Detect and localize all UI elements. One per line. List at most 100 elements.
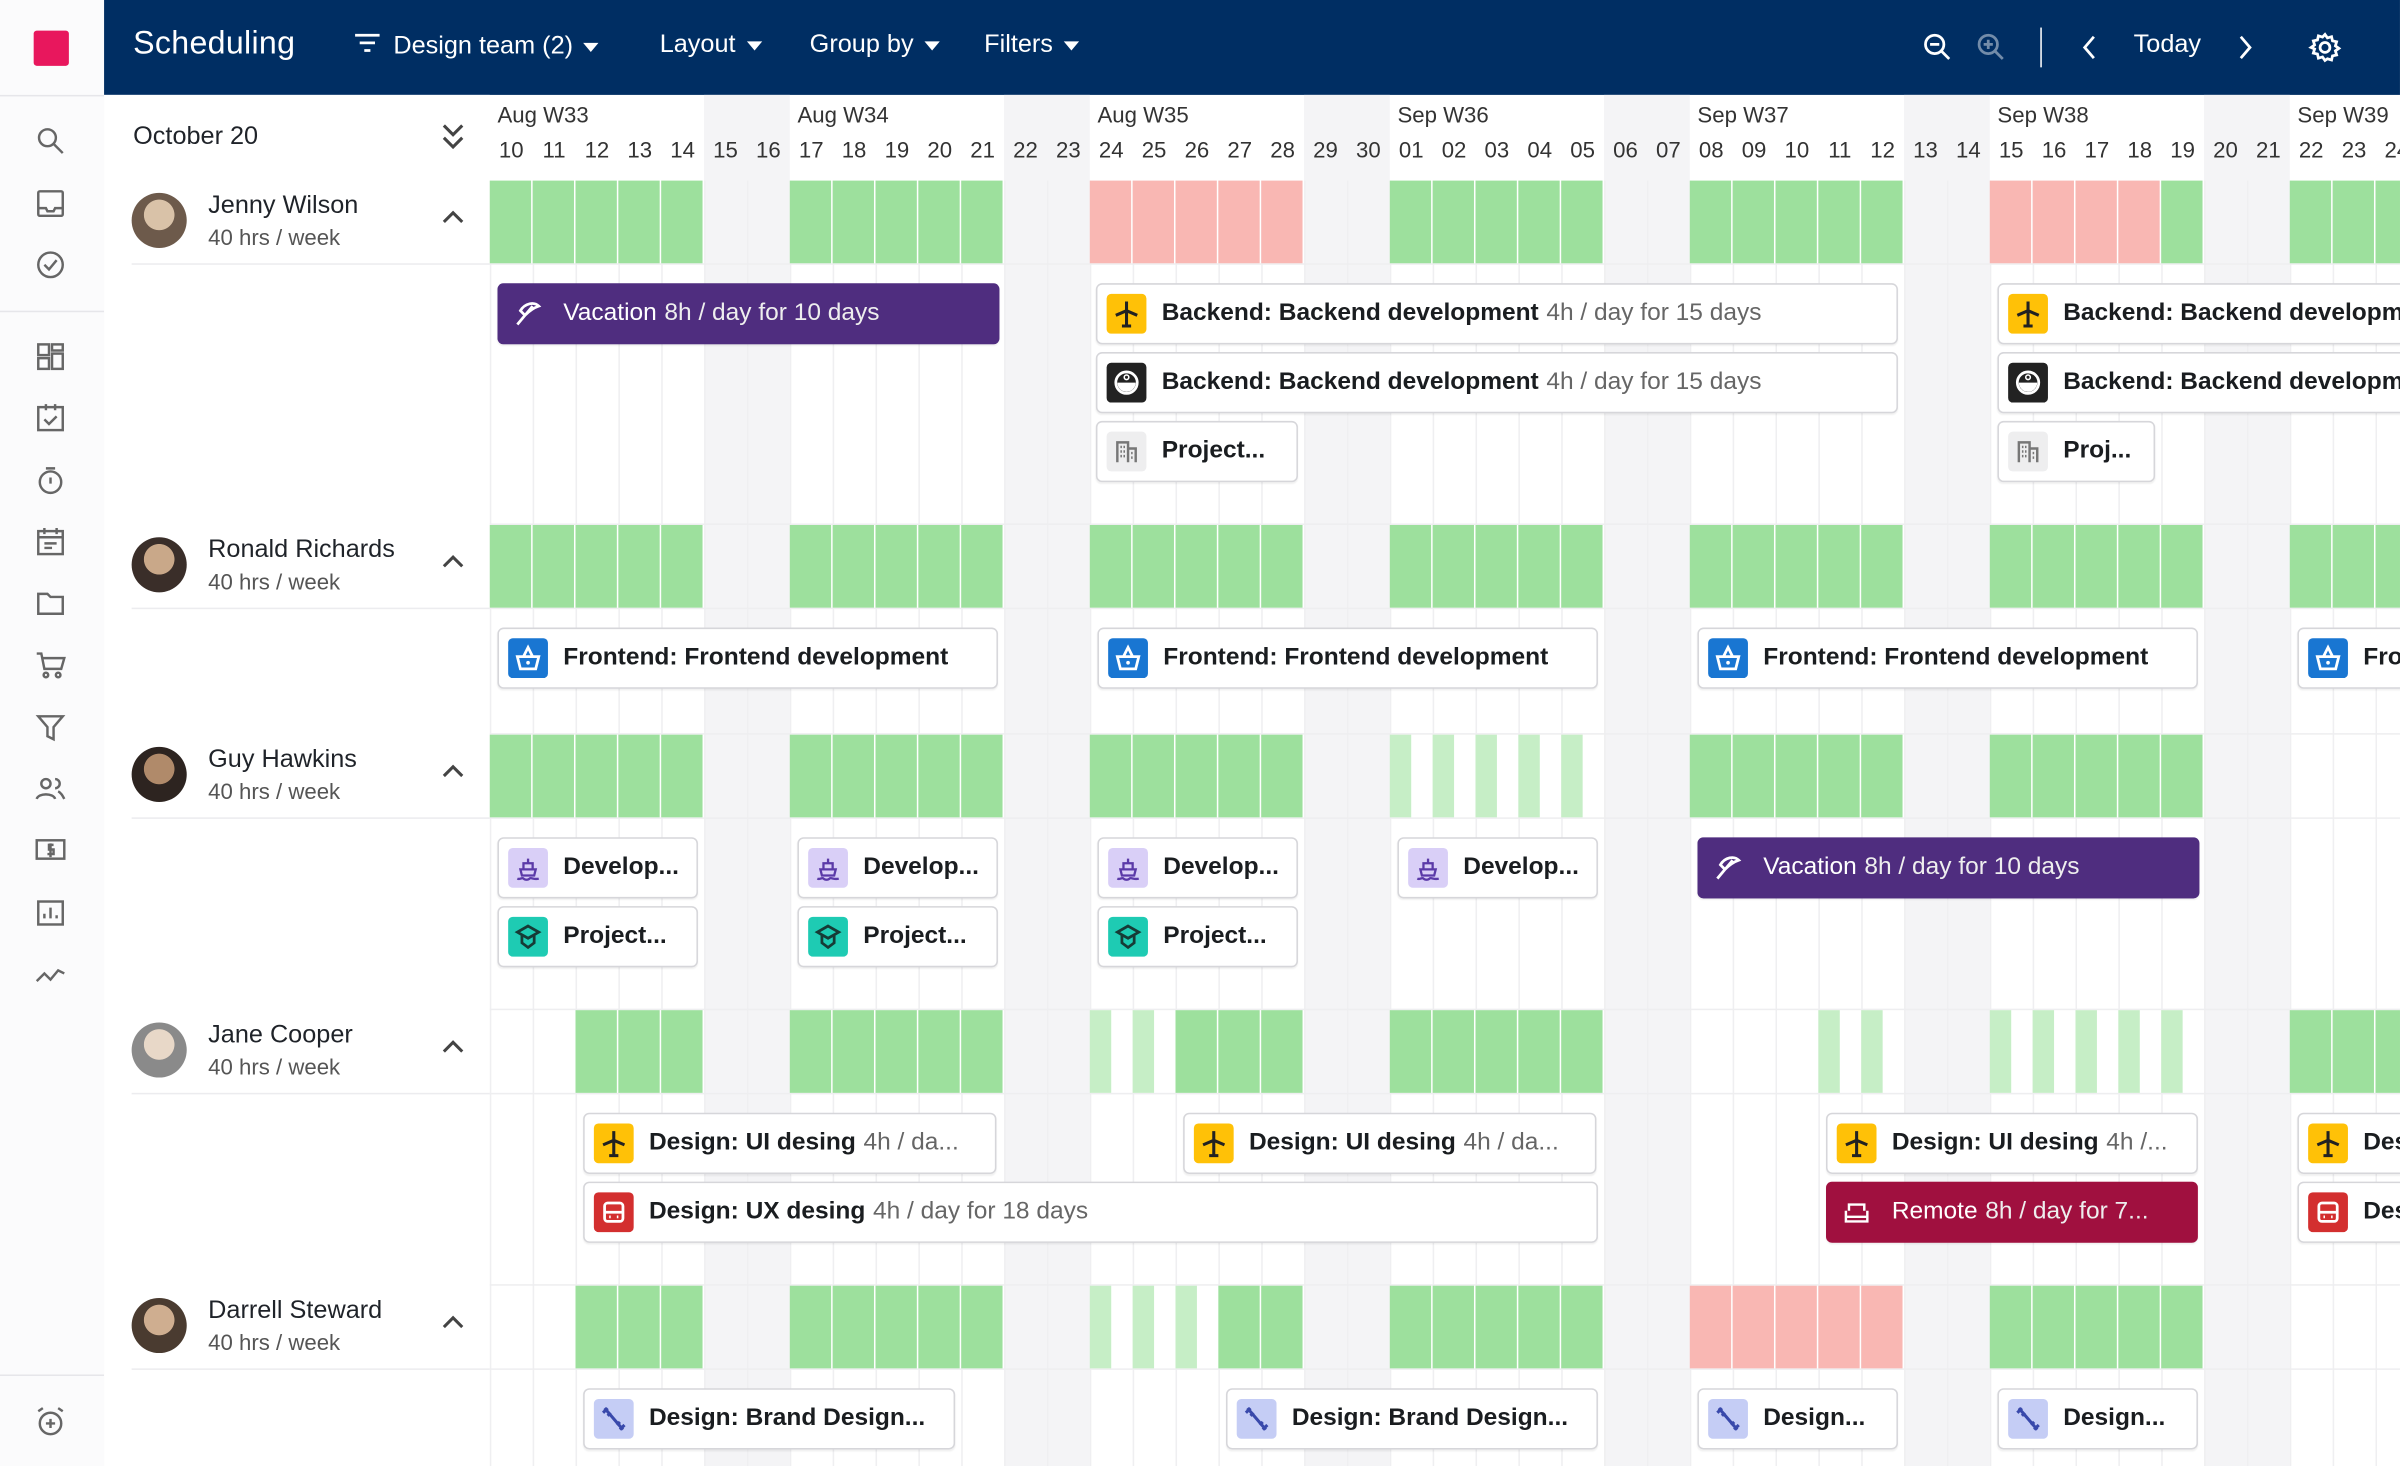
day-number: 13 <box>627 139 653 164</box>
calendar-icon[interactable] <box>34 525 68 559</box>
assignment-title: Remote <box>1891 1198 1978 1225</box>
assignment-title: Project... <box>563 922 667 949</box>
assignment-card[interactable]: Vacation 8h / day for 10 days <box>497 283 1000 345</box>
trend-icon[interactable] <box>34 957 68 991</box>
assignment-card[interactable]: Des <box>2297 1181 2400 1243</box>
assignment-card[interactable]: Develop... <box>797 837 998 899</box>
availability-bar <box>1175 734 1217 818</box>
avatar <box>131 746 187 803</box>
person-hours: 40 hrs / week <box>208 570 341 596</box>
zoom-in-icon[interactable] <box>1974 31 2008 72</box>
collapse-chevron-up-icon[interactable] <box>441 761 465 789</box>
collapse-all-double-chevron-icon[interactable] <box>439 121 467 162</box>
availability-bar <box>918 1285 960 1369</box>
page-title: Scheduling <box>133 26 296 62</box>
billing-icon[interactable] <box>34 833 68 867</box>
assignment-card[interactable]: Project... <box>1097 906 1298 968</box>
collapse-chevron-up-icon[interactable] <box>441 1036 465 1064</box>
assignment-card[interactable]: Project... <box>797 906 998 968</box>
assignment-card[interactable]: Backend: Backend developm <box>1997 283 2400 345</box>
layout-dropdown[interactable]: Layout <box>660 31 762 60</box>
collapse-chevron-up-icon[interactable] <box>441 1312 465 1340</box>
check-circle-icon[interactable] <box>34 248 68 282</box>
assignment-card[interactable]: Proj... <box>1997 420 2156 483</box>
zoom-out-icon[interactable] <box>1921 31 1955 72</box>
assignment-card[interactable]: Design... <box>1997 1388 2198 1450</box>
previous-chevron-icon[interactable] <box>2075 32 2103 70</box>
availability-bar <box>1261 1010 1303 1093</box>
assignment-card[interactable]: Backend: Backend development 4h / day for… <box>1095 352 1898 414</box>
availability-bar <box>918 524 960 608</box>
alarm-add-icon[interactable] <box>34 1405 68 1439</box>
week-label: Sep W37 <box>1697 104 1789 129</box>
assignment-card[interactable]: Remote 8h / day for 7... <box>1826 1181 2198 1243</box>
next-chevron-icon[interactable] <box>2232 32 2260 70</box>
availability-bar <box>789 1285 832 1369</box>
assignment-card[interactable]: Backend: Backend developm <box>1997 352 2400 414</box>
assignment-card[interactable]: Design: UI desing 4h /... <box>1826 1112 2198 1174</box>
assignment-card[interactable]: Frontend: Frontend development <box>1097 627 1598 689</box>
collapse-chevron-up-icon[interactable] <box>441 551 465 579</box>
availability-bar <box>1775 1285 1817 1369</box>
app-logo[interactable] <box>33 30 69 66</box>
assignment-card[interactable]: Design: UX desing 4h / day for 18 days <box>583 1181 1598 1243</box>
today-button[interactable]: Today <box>2134 31 2201 60</box>
availability-bar <box>2289 524 2332 608</box>
person-name[interactable]: Darrell Steward <box>208 1296 382 1325</box>
assignment-card[interactable]: Design: Brand Design... <box>583 1388 956 1450</box>
assignment-card[interactable]: Project... <box>1095 420 1298 483</box>
assignment-card[interactable]: Project... <box>497 906 698 968</box>
assignment-card[interactable]: Backend: Backend development 4h / day for… <box>1095 283 1898 345</box>
dashboard-icon[interactable] <box>34 340 68 374</box>
assignment-card[interactable]: Vacation 8h / day for 10 days <box>1697 837 2200 899</box>
search-icon[interactable] <box>34 124 68 158</box>
assignment-card[interactable]: Develop... <box>1397 837 1598 899</box>
assignment-card[interactable]: Develop... <box>1097 837 1298 899</box>
availability-bar <box>1089 1010 1112 1093</box>
basket-icon <box>1708 638 1748 679</box>
availability-bar <box>618 1285 660 1369</box>
availability-bar <box>2075 734 2117 818</box>
settings-gear-icon[interactable] <box>2308 31 2342 72</box>
assignment-card[interactable]: Frontend: Frontend development <box>497 627 998 689</box>
team-filter-dropdown[interactable]: Design team (2) <box>352 31 600 63</box>
availability-bar <box>661 1285 703 1369</box>
assignment-title: Backend: Backend developm <box>2063 368 2400 395</box>
report-icon[interactable] <box>34 895 68 929</box>
stopwatch-icon[interactable] <box>34 464 68 498</box>
person-name[interactable]: Guy Hawkins <box>208 745 357 774</box>
folder-icon[interactable] <box>34 586 68 620</box>
person-name[interactable]: Ronald Richards <box>208 536 395 565</box>
filters-dropdown[interactable]: Filters <box>984 31 1079 60</box>
inbox-icon[interactable] <box>34 187 68 221</box>
collapse-chevron-up-icon[interactable] <box>441 207 465 235</box>
availability-bar <box>1518 1010 1560 1093</box>
funnel-icon[interactable] <box>34 710 68 744</box>
assignment-title: Design: Brand Design... <box>648 1405 926 1432</box>
assignment-title: Project... <box>863 922 967 949</box>
assignment-card[interactable]: Design: Brand Design... <box>1226 1388 1598 1450</box>
person-name[interactable]: Jenny Wilson <box>208 191 358 220</box>
person-name[interactable]: Jane Cooper <box>208 1021 353 1050</box>
assignment-card[interactable]: Design: UI desing 4h / da... <box>583 1112 997 1174</box>
availability-bar <box>1561 180 1603 264</box>
group-by-dropdown[interactable]: Group by <box>810 31 940 60</box>
assignment-card[interactable]: Fro <box>2297 627 2400 689</box>
people-icon[interactable] <box>34 771 68 805</box>
availability-bar <box>618 734 660 818</box>
assignment-card[interactable]: Design... <box>1697 1388 1898 1450</box>
day-number: 28 <box>1270 139 1295 164</box>
assignment-card[interactable]: Frontend: Frontend development <box>1697 627 2198 689</box>
assignment-card[interactable]: Develop... <box>497 837 698 899</box>
sidebar-divider <box>0 310 105 313</box>
day-gridline <box>575 180 578 1466</box>
availability-bar <box>661 524 703 608</box>
clipboard-check-icon[interactable] <box>34 401 68 435</box>
availability-bar <box>1389 1010 1432 1093</box>
availability-bar <box>1561 1010 1603 1093</box>
assignment-card[interactable]: Design: UI desing 4h / da... <box>1183 1112 1597 1174</box>
cart-icon[interactable] <box>34 647 68 681</box>
day-number: 06 <box>1613 139 1638 164</box>
cap-icon <box>808 916 848 957</box>
assignment-card[interactable]: Des <box>2297 1112 2400 1174</box>
